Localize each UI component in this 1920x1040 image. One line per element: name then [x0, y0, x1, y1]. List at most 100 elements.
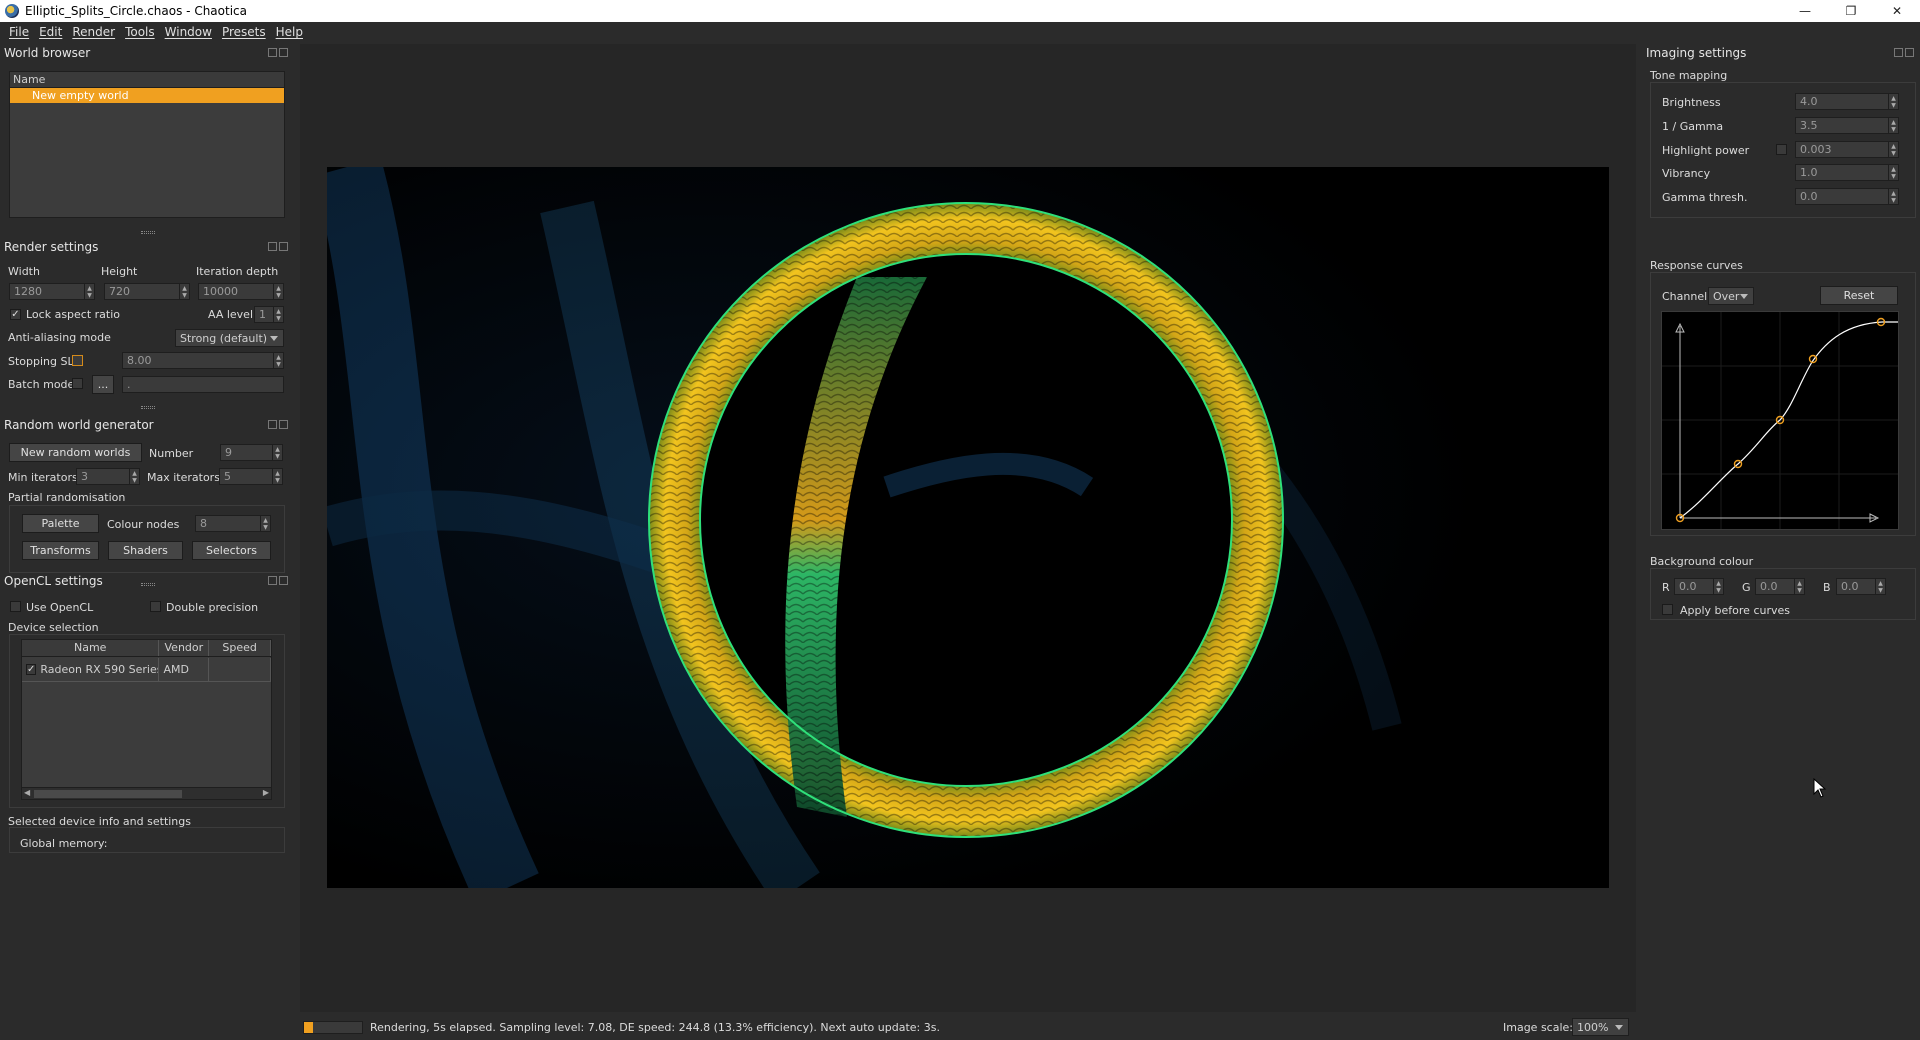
aa-level-label: AA level — [208, 308, 254, 321]
brightness-label: Brightness — [1662, 96, 1721, 109]
scroll-left-icon[interactable]: ◀ — [24, 788, 30, 797]
lock-aspect-label: Lock aspect ratio — [26, 308, 121, 321]
selectors-button[interactable]: Selectors — [192, 541, 271, 560]
lock-aspect-checkbox[interactable]: ✓ — [10, 309, 21, 320]
global-memory-label: Global memory: — [20, 837, 108, 850]
scroll-thumb[interactable] — [34, 790, 182, 798]
highlight-power-label: Highlight power — [1662, 144, 1750, 157]
min-iterators-spinbox[interactable]: 3 ▲ ▼ — [76, 468, 140, 485]
device-col-name[interactable]: Name — [22, 640, 160, 656]
apply-before-curves-checkbox[interactable] — [1662, 604, 1673, 615]
device-col-speed[interactable]: Speed — [209, 640, 271, 656]
width-spinbox[interactable]: 1280 ▲ ▼ — [9, 283, 95, 300]
menu-tools[interactable]: Tools — [120, 25, 160, 39]
channel-select[interactable]: Over — [1708, 287, 1754, 305]
gamma-thresh-spinbox[interactable]: 0.0 ▲ ▼ — [1795, 188, 1899, 205]
gamma-thresh-label: Gamma thresh. — [1662, 191, 1748, 204]
close-icon[interactable] — [279, 48, 288, 57]
menu-help[interactable]: Help — [271, 25, 308, 39]
min-iterators-label: Min iterators — [8, 471, 78, 484]
world-browser-title: World browser — [4, 46, 91, 60]
curve-graph — [1662, 312, 1898, 529]
reset-curves-button[interactable]: Reset — [1820, 286, 1898, 305]
float-icon[interactable] — [268, 242, 277, 251]
restore-button[interactable]: ❐ — [1828, 0, 1874, 22]
float-icon[interactable] — [1894, 48, 1903, 57]
world-list-item[interactable]: New empty world — [10, 88, 284, 103]
splitter-grip[interactable] — [141, 583, 155, 586]
splitter-grip[interactable] — [141, 406, 155, 409]
menu-edit[interactable]: Edit — [34, 25, 67, 39]
transforms-button[interactable]: Transforms — [22, 541, 99, 560]
b-spinbox[interactable]: 0.0 ▲ ▼ — [1836, 578, 1886, 595]
background-colour-label: Background colour — [1650, 555, 1754, 568]
scroll-right-icon[interactable]: ▶ — [263, 788, 269, 797]
menu-file[interactable]: File — [4, 25, 34, 39]
close-icon[interactable] — [1905, 48, 1914, 57]
new-random-worlds-button[interactable]: New random worlds — [9, 443, 142, 462]
splitter-grip[interactable] — [141, 231, 155, 234]
colour-nodes-label: Colour nodes — [107, 518, 180, 531]
image-scale-select[interactable]: 100% — [1572, 1018, 1629, 1036]
height-spinbox[interactable]: 720 ▲ ▼ — [104, 283, 190, 300]
use-opencl-label: Use OpenCL — [26, 601, 94, 614]
fractal-render-image[interactable] — [327, 167, 1609, 888]
highlight-power-spinbox[interactable]: 0.003 ▲ ▼ — [1795, 141, 1899, 158]
brightness-spinbox[interactable]: 4.0 ▲ ▼ — [1795, 93, 1899, 110]
float-icon[interactable] — [268, 576, 277, 585]
partial-randomisation-label: Partial randomisation — [8, 491, 126, 504]
g-spinbox[interactable]: 0.0 ▲ ▼ — [1755, 578, 1805, 595]
menu-presets[interactable]: Presets — [217, 25, 271, 39]
menu-window[interactable]: Window — [160, 25, 217, 39]
max-iterators-label: Max iterators — [147, 471, 220, 484]
window-title: Elliptic_Splits_Circle.chaos - Chaotica — [25, 4, 247, 18]
render-progress-bar — [303, 1021, 363, 1034]
world-list-header[interactable]: Name — [10, 72, 284, 88]
stopping-sl-spinbox[interactable]: 8.00 ▲ ▼ — [122, 352, 284, 369]
batch-browse-button[interactable]: ... — [92, 375, 114, 394]
imaging-title: Imaging settings — [1646, 46, 1747, 60]
horizontal-scrollbar[interactable]: ◀ ▶ — [22, 787, 271, 799]
minimize-button[interactable]: — — [1782, 0, 1828, 22]
gamma-spinbox[interactable]: 3.5 ▲ ▼ — [1795, 117, 1899, 134]
table-row[interactable]: ✓ Radeon RX 590 Series AMD — [22, 658, 271, 682]
random-gen-title: Random world generator — [4, 418, 154, 432]
world-list[interactable]: Name New empty world — [9, 71, 285, 218]
device-enabled-checkbox[interactable]: ✓ — [26, 664, 37, 675]
apply-before-curves-label: Apply before curves — [1680, 604, 1790, 617]
render-viewport[interactable] — [300, 44, 1636, 1012]
colour-nodes-spinbox[interactable]: 8 ▲ ▼ — [195, 515, 271, 532]
device-col-vendor[interactable]: Vendor — [159, 640, 210, 656]
batch-mode-checkbox[interactable] — [72, 378, 83, 389]
close-icon[interactable] — [279, 242, 288, 251]
aa-level-spinbox[interactable]: 1 ▲ ▼ — [254, 306, 284, 323]
stopping-sl-checkbox[interactable] — [72, 355, 83, 366]
aa-mode-select[interactable]: Strong (default) — [175, 329, 284, 347]
close-icon[interactable] — [279, 420, 288, 429]
close-button[interactable]: ✕ — [1874, 0, 1920, 22]
number-label: Number — [149, 447, 194, 460]
palette-button[interactable]: Palette — [22, 514, 99, 533]
iteration-depth-spinbox[interactable]: 10000 ▲ ▼ — [198, 283, 284, 300]
device-table[interactable]: Name Vendor Speed ✓ Radeon RX 590 Series … — [21, 639, 272, 800]
double-precision-checkbox[interactable] — [150, 601, 161, 612]
aa-mode-label: Anti-aliasing mode — [8, 331, 111, 344]
r-spinbox[interactable]: 0.0 ▲ ▼ — [1674, 578, 1724, 595]
device-vendor: AMD — [159, 658, 210, 681]
width-label: Width — [8, 265, 40, 278]
use-opencl-checkbox[interactable] — [10, 601, 21, 612]
vibrancy-spinbox[interactable]: 1.0 ▲ ▼ — [1795, 164, 1899, 181]
number-spinbox[interactable]: 9 ▲ ▼ — [220, 444, 283, 461]
highlight-power-checkbox[interactable] — [1776, 144, 1787, 155]
close-icon[interactable] — [279, 576, 288, 585]
batch-path-input[interactable]: . — [122, 376, 284, 393]
float-icon[interactable] — [268, 48, 277, 57]
float-icon[interactable] — [268, 420, 277, 429]
vibrancy-label: Vibrancy — [1662, 167, 1711, 180]
shaders-button[interactable]: Shaders — [108, 541, 183, 560]
max-iterators-spinbox[interactable]: 5 ▲ ▼ — [219, 468, 283, 485]
app-icon — [5, 4, 19, 18]
menu-render[interactable]: Render — [67, 25, 120, 39]
response-curve-editor[interactable] — [1661, 311, 1899, 530]
batch-mode-label: Batch mode — [8, 378, 75, 391]
